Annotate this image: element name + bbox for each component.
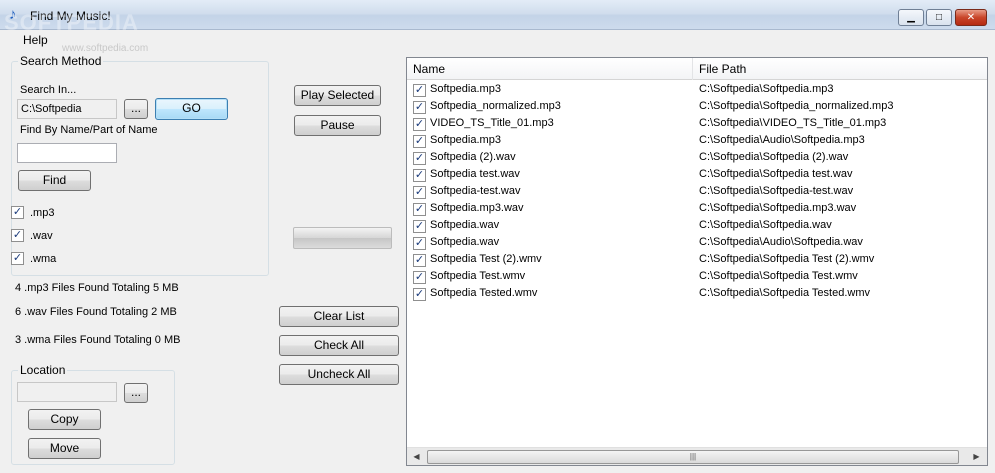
row-name-cell: Softpedia.wav: [430, 236, 500, 248]
table-row[interactable]: ✓ Softpedia_normalized.mp3 C:\Softpedia\So…: [407, 99, 987, 116]
row-checkbox[interactable]: ✓: [413, 237, 426, 250]
close-button[interactable]: ✕: [955, 9, 987, 26]
table-row[interactable]: ✓ VIDEO_TS_Title_01.mp3 C:\Softpedia\VIDEO…: [407, 116, 987, 133]
mp3-summary-text: 4 .mp3 Files Found Totaling 5 MB: [15, 282, 179, 294]
row-path-cell: C:\Softpedia\Audio\Softpedia.mp3: [699, 134, 865, 146]
browse-location-button[interactable]: ...: [124, 383, 148, 403]
row-name-cell: Softpedia (2).wav: [430, 151, 516, 163]
horizontal-scrollbar[interactable]: ◀ ||| ▶: [407, 447, 987, 465]
row-name-cell: Softpedia test.wav: [430, 168, 520, 180]
ext-wma-checkbox-row[interactable]: ✓ .wma: [11, 252, 91, 268]
table-row[interactable]: ✓ Softpedia Tested.wmv C:\Softpedia\Softpe…: [407, 286, 987, 303]
row-checkbox[interactable]: ✓: [413, 220, 426, 233]
wma-summary-text: 3 .wma Files Found Totaling 0 MB: [15, 334, 181, 346]
row-name-cell: Softpedia_normalized.mp3: [430, 100, 561, 112]
row-name-cell: Softpedia-test.wav: [430, 185, 521, 197]
column-header-file-path[interactable]: File Path: [693, 58, 987, 80]
table-row[interactable]: ✓ Softpedia.wav C:\Softpedia\Audio\Softped…: [407, 235, 987, 252]
row-path-cell: C:\Softpedia\Softpedia_normalized.mp3: [699, 100, 894, 112]
play-selected-button[interactable]: Play Selected: [294, 85, 381, 106]
menu-help[interactable]: Help: [23, 33, 48, 47]
table-row[interactable]: ✓ Softpedia.mp3 C:\Softpedia\Audio\Softped…: [407, 133, 987, 150]
file-list-view[interactable]: Name File Path ✓ Softpedia.mp3 C:\Softpedi…: [406, 57, 988, 466]
row-path-cell: C:\Softpedia\Softpedia Tested.wmv: [699, 287, 871, 299]
location-field[interactable]: [17, 382, 117, 402]
row-checkbox[interactable]: ✓: [413, 254, 426, 267]
clear-list-button[interactable]: Clear List: [279, 306, 399, 327]
row-checkbox[interactable]: ✓: [413, 118, 426, 131]
row-path-cell: C:\Softpedia\Softpedia Test.wmv: [699, 270, 858, 282]
search-in-label: Search In...: [20, 84, 77, 96]
ext-wma-label: .wma: [30, 253, 57, 265]
table-row[interactable]: ✓ Softpedia.wav C:\Softpedia\Softpedia.wav: [407, 218, 987, 235]
find-button[interactable]: Find: [18, 170, 91, 191]
table-row[interactable]: ✓ Softpedia (2).wav C:\Softpedia\Softpedia…: [407, 150, 987, 167]
search-in-field[interactable]: C:\Softpedia: [17, 99, 117, 119]
ext-mp3-checkbox-row[interactable]: ✓ .mp3: [11, 206, 91, 222]
row-checkbox[interactable]: ✓: [413, 152, 426, 165]
ext-wav-checkbox[interactable]: ✓: [11, 229, 24, 242]
ext-wav-checkbox-row[interactable]: ✓ .wav: [11, 229, 91, 245]
row-name-cell: Softpedia Test.wmv: [430, 270, 526, 282]
row-name-cell: Softpedia Tested.wmv: [430, 287, 538, 299]
scroll-left-arrow-icon[interactable]: ◀: [408, 449, 425, 465]
scrollbar-thumb[interactable]: |||: [427, 450, 959, 464]
column-header-name[interactable]: Name: [407, 58, 693, 80]
maximize-button[interactable]: □: [926, 9, 952, 26]
move-button[interactable]: Move: [28, 438, 101, 459]
row-name-cell: Softpedia.mp3: [430, 134, 501, 146]
menu-bar: Help: [0, 30, 995, 50]
copy-button[interactable]: Copy: [28, 409, 101, 430]
go-button[interactable]: GO: [155, 98, 228, 120]
row-path-cell: C:\Softpedia\Softpedia test.wav: [699, 168, 853, 180]
location-label: Location: [18, 363, 68, 377]
row-checkbox[interactable]: ✓: [413, 271, 426, 284]
row-path-cell: C:\Softpedia\Softpedia Test (2).wmv: [699, 253, 875, 265]
watermark-url: www.softpedia.com: [62, 43, 149, 54]
table-row[interactable]: ✓ Softpedia Test.wmv C:\Softpedia\Softpedi…: [407, 269, 987, 286]
find-by-name-label: Find By Name/Part of Name: [20, 124, 158, 136]
row-path-cell: C:\Softpedia\Softpedia-test.wav: [699, 185, 854, 197]
table-row[interactable]: ✓ Softpedia-test.wav C:\Softpedia\Softpedi…: [407, 184, 987, 201]
check-all-button[interactable]: Check All: [279, 335, 399, 356]
ext-mp3-label: .mp3: [30, 207, 55, 219]
row-checkbox[interactable]: ✓: [413, 135, 426, 148]
scroll-right-arrow-icon[interactable]: ▶: [968, 449, 985, 465]
row-checkbox[interactable]: ✓: [413, 169, 426, 182]
minimize-button[interactable]: ▁: [898, 9, 924, 26]
ext-wma-checkbox[interactable]: ✓: [11, 252, 24, 265]
row-path-cell: C:\Softpedia\Softpedia.mp3.wav: [699, 202, 857, 214]
title-bar[interactable]: ♪ Find My Music! SOFTPEDIA ▁ □ ✕: [0, 0, 995, 35]
ext-mp3-checkbox[interactable]: ✓: [11, 206, 24, 219]
row-path-cell: C:\Softpedia\Softpedia (2).wav: [699, 151, 849, 163]
row-path-cell: C:\Softpedia\Softpedia.wav: [699, 219, 832, 231]
pause-button[interactable]: Pause: [294, 115, 381, 136]
row-name-cell: Softpedia.mp3.wav: [430, 202, 524, 214]
row-checkbox[interactable]: ✓: [413, 101, 426, 114]
ext-wav-label: .wav: [30, 230, 53, 242]
row-path-cell: C:\Softpedia\Audio\Softpedia.wav: [699, 236, 863, 248]
row-name-cell: Softpedia Test (2).wmv: [430, 253, 542, 265]
table-row[interactable]: ✓ Softpedia test.wav C:\Softpedia\Softpedi…: [407, 167, 987, 184]
row-name-cell: Softpedia.mp3: [430, 83, 501, 95]
browse-search-button[interactable]: ...: [124, 99, 148, 119]
uncheck-all-button[interactable]: Uncheck All: [279, 364, 399, 385]
search-method-label: Search Method: [18, 54, 104, 68]
name-search-input[interactable]: [17, 143, 117, 163]
row-name-cell: Softpedia.wav: [430, 219, 500, 231]
playback-progress-bar: [293, 227, 392, 249]
row-checkbox[interactable]: ✓: [413, 84, 426, 97]
table-row[interactable]: ✓ Softpedia.mp3 C:\Softpedia\Softpedia.mp3: [407, 82, 987, 99]
row-checkbox[interactable]: ✓: [413, 186, 426, 199]
row-checkbox[interactable]: ✓: [413, 288, 426, 301]
row-path-cell: C:\Softpedia\VIDEO_TS_Title_01.mp3: [699, 117, 887, 129]
row-checkbox[interactable]: ✓: [413, 203, 426, 216]
wav-summary-text: 6 .wav Files Found Totaling 2 MB: [15, 306, 177, 318]
row-path-cell: C:\Softpedia\Softpedia.mp3: [699, 83, 834, 95]
table-row[interactable]: ✓ Softpedia.mp3.wav C:\Softpedia\Softpedia…: [407, 201, 987, 218]
row-name-cell: VIDEO_TS_Title_01.mp3: [430, 117, 554, 129]
table-row[interactable]: ✓ Softpedia Test (2).wmv C:\Softpedia\Soft…: [407, 252, 987, 269]
list-header: Name File Path: [407, 58, 987, 80]
